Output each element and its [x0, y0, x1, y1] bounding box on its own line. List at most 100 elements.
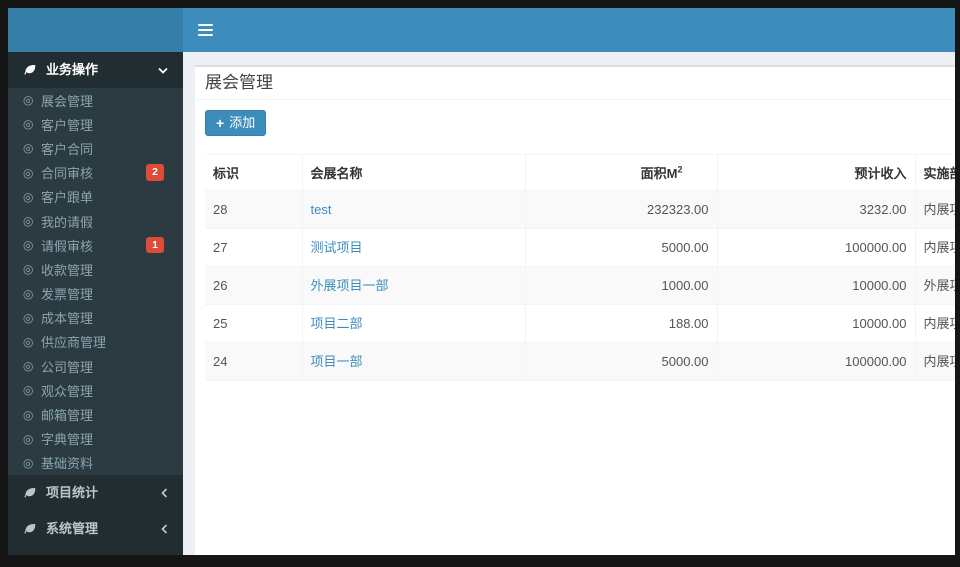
sidebar-item-label: 客户合同 — [41, 141, 94, 157]
name-cell: test — [302, 190, 526, 229]
content-wrapper: 展会管理 + 添加 标识会展名称面积M2预计收入实施部门 28test23232… — [183, 52, 955, 555]
name-cell: 项目一部 — [302, 342, 526, 381]
sidebar-item-label: 基础资料 — [41, 456, 94, 472]
area-cell: 188.00 — [525, 304, 718, 343]
sidebar-item-label: 请假审核 — [41, 238, 94, 254]
sidebar-item-label: 成本管理 — [41, 311, 94, 327]
column-header[interactable]: 实施部门 — [915, 154, 956, 191]
dept-cell: 内展项目 — [915, 190, 955, 229]
circle-dot-icon: ◎ — [23, 359, 34, 374]
sidebar-item[interactable]: ◎ 我的请假 — [8, 209, 183, 233]
sidebar-submenu: ◎ 展会管理 ◎ 客户管理 ◎ 客户合同 ◎ 合同审核 2 ◎ 客户跟单 ◎ 我的请假 ◎ 请假审核 1 ◎ 收款… — [8, 88, 183, 475]
area-cell: 5000.00 — [525, 228, 718, 267]
leaf-icon — [23, 486, 37, 500]
sidebar-item-label: 收款管理 — [41, 262, 94, 278]
panel-header: 展会管理 — [195, 67, 955, 100]
sidebar-item-label: 观众管理 — [41, 383, 94, 399]
column-header-superscript: 2 — [677, 164, 683, 175]
table-row: 24 项目一部 5000.00100000.00内展项目 — [205, 342, 955, 381]
circle-dot-icon: ◎ — [23, 262, 34, 277]
sidebar-section-header[interactable]: 项目统计 — [8, 475, 183, 511]
logo-area[interactable] — [8, 8, 183, 52]
sidebar-section-label: 业务操作 — [46, 62, 99, 77]
column-header[interactable]: 面积M2 — [525, 154, 718, 191]
chevron-left-icon — [161, 524, 168, 534]
panel-body: + 添加 标识 会展名称 面积M2 预计收入 实施部门 28 test 232323.003… — [195, 100, 955, 391]
plus-icon: + — [216, 115, 225, 131]
dept-cell: 内展项目 — [915, 228, 955, 267]
circle-dot-icon: ◎ — [23, 238, 34, 253]
app-window: 业务操作 ◎ 展会管理 ◎ 客户管理 ◎ 客户合同 ◎ 合同审核 2 ◎ 客户跟单 ◎ 我的请假 ◎ 请假审核… — [8, 8, 955, 555]
top-navbar — [183, 8, 955, 52]
area-cell: 232323.00 — [525, 190, 718, 229]
sidebar-item[interactable]: ◎ 基础资料 — [8, 451, 183, 475]
circle-dot-icon: ◎ — [23, 214, 34, 229]
table-row: 28 test 232323.003232.00内展项目 — [205, 190, 955, 229]
sidebar-item[interactable]: ◎ 客户管理 — [8, 112, 183, 136]
income-cell: 3232.00 — [717, 190, 916, 229]
sidebar-item-label: 合同审核 — [41, 166, 94, 182]
sidebar-item[interactable]: ◎ 邮箱管理 — [8, 402, 183, 426]
panel: 展会管理 + 添加 标识会展名称面积M2预计收入实施部门 28test23232… — [195, 65, 955, 555]
exhibition-link[interactable]: 外展项目一部 — [311, 278, 389, 293]
id-cell: 26 — [205, 266, 303, 305]
column-header-label: 面积M — [640, 166, 678, 181]
notification-badge: 2 — [146, 164, 164, 181]
circle-dot-icon: ◎ — [23, 189, 34, 204]
sidebar-section-header[interactable]: 系统管理 — [8, 511, 183, 547]
id-cell: 28 — [205, 190, 303, 229]
sidebar-item[interactable]: ◎ 收款管理 — [8, 257, 183, 281]
exhibition-link[interactable]: 项目一部 — [311, 354, 363, 369]
circle-dot-icon: ◎ — [23, 431, 34, 446]
sidebar: 业务操作 ◎ 展会管理 ◎ 客户管理 ◎ 客户合同 ◎ 合同审核 2 ◎ 客户跟单 ◎ 我的请假 ◎ 请假审核… — [8, 8, 183, 555]
sidebar-item[interactable]: ◎ 客户合同 — [8, 136, 183, 160]
sidebar-item[interactable]: ◎ 请假审核 1 — [8, 233, 183, 257]
sidebar-menu: 业务操作 ◎ 展会管理 ◎ 客户管理 ◎ 客户合同 ◎ 合同审核 2 ◎ 客户跟单 ◎ 我的请假 ◎ 请假审核… — [8, 52, 183, 547]
area-cell: 5000.00 — [525, 342, 718, 381]
column-header-label: 标识 — [213, 166, 240, 181]
sidebar-item[interactable]: ◎ 公司管理 — [8, 354, 183, 378]
id-cell: 24 — [205, 342, 303, 381]
dept-cell: 内展项目 — [915, 342, 955, 381]
table-body: 28test232323.003232.00内展项目27测试项目5000.001… — [205, 190, 955, 381]
circle-dot-icon: ◎ — [23, 93, 34, 108]
sidebar-item[interactable]: ◎ 客户跟单 — [8, 185, 183, 209]
name-cell: 外展项目一部 — [302, 266, 526, 305]
table-header: 标识 会展名称 面积M2 预计收入 实施部门 — [205, 154, 956, 191]
circle-dot-icon: ◎ — [23, 141, 34, 156]
column-header[interactable]: 预计收入 — [717, 154, 916, 191]
sidebar-item[interactable]: ◎ 发票管理 — [8, 282, 183, 306]
column-header[interactable]: 标识 — [205, 154, 303, 191]
dept-cell: 外展项目 — [915, 266, 955, 305]
chevron-left-icon — [161, 488, 168, 498]
area-cell: 1000.00 — [525, 266, 718, 305]
sidebar-section-header[interactable]: 业务操作 — [8, 52, 183, 88]
sidebar-item-label: 展会管理 — [41, 93, 94, 109]
sidebar-section-label: 项目统计 — [46, 485, 99, 500]
column-header-label: 实施部门 — [923, 166, 956, 181]
sidebar-item[interactable]: ◎ 成本管理 — [8, 306, 183, 330]
sidebar-item[interactable]: ◎ 合同审核 2 — [8, 161, 183, 185]
income-cell: 10000.00 — [717, 266, 916, 305]
sidebar-item[interactable]: ◎ 供应商管理 — [8, 330, 183, 354]
circle-dot-icon: ◎ — [23, 117, 34, 132]
notification-badge: 1 — [146, 236, 164, 254]
circle-dot-icon: ◎ — [23, 310, 34, 325]
sidebar-item-label: 供应商管理 — [41, 335, 107, 351]
sidebar-item-label: 客户跟单 — [41, 190, 94, 206]
sidebar-item[interactable]: ◎ 观众管理 — [8, 378, 183, 402]
exhibition-link[interactable]: 项目二部 — [311, 316, 363, 331]
table-row: 26 外展项目一部 1000.0010000.00外展项目 — [205, 266, 955, 305]
column-header[interactable]: 会展名称 — [302, 154, 526, 191]
add-button[interactable]: + 添加 — [205, 110, 267, 136]
sidebar-item[interactable]: ◎ 展会管理 — [8, 88, 183, 112]
sidebar-item[interactable]: ◎ 字典管理 — [8, 427, 183, 451]
circle-dot-icon: ◎ — [23, 455, 34, 470]
circle-dot-icon: ◎ — [23, 383, 34, 398]
table-row: 25 项目二部 188.0010000.00内展项目 — [205, 304, 955, 343]
exhibition-link[interactable]: 测试项目 — [311, 240, 363, 255]
add-button-label: 添加 — [229, 115, 256, 130]
exhibition-link[interactable]: test — [311, 202, 332, 217]
sidebar-item-label: 字典管理 — [41, 432, 94, 448]
hamburger-icon[interactable] — [183, 8, 228, 52]
